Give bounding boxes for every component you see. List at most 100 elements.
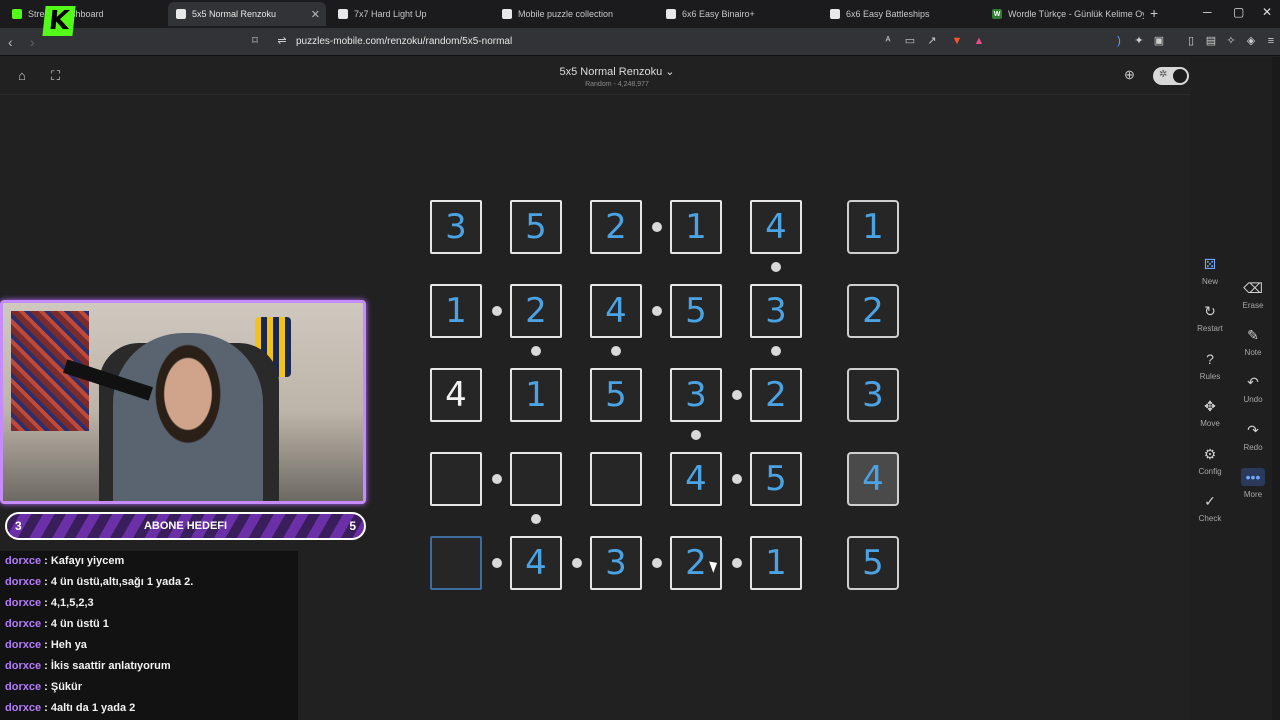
minimize-icon[interactable]: ─ (1203, 5, 1212, 19)
back-icon[interactable]: ‹ (8, 34, 13, 50)
grid-cell[interactable]: 4 (670, 452, 722, 506)
theme-toggle[interactable]: ✲ (1153, 67, 1189, 85)
chat-text: : 4,1,5,2,3 (41, 597, 94, 609)
page-title[interactable]: 5x5 Normal Renzoku ⌄ (0, 65, 1234, 78)
extensions-icon[interactable]: ✦ (1133, 35, 1145, 47)
url-text[interactable]: puzzles-mobile.com/renzoku/random/5x5-no… (296, 36, 512, 47)
new-tab-icon[interactable]: + (1150, 5, 1158, 21)
more-button[interactable]: ••• More (1233, 468, 1273, 499)
rules-button[interactable]: ? Rules (1190, 350, 1230, 381)
grid-cell[interactable] (430, 452, 482, 506)
tab-light-up[interactable]: 7x7 Hard Light Up (330, 2, 490, 26)
restart-button[interactable]: ↻ Restart (1190, 302, 1230, 333)
undo-icon: ↶ (1247, 374, 1259, 390)
close-window-icon[interactable]: ✕ (1262, 5, 1272, 19)
button-label: Config (1198, 467, 1222, 476)
undo-button[interactable]: ↶ Undo (1233, 373, 1273, 404)
grid-cell[interactable] (590, 452, 642, 506)
page-scrollbar[interactable] (1272, 57, 1280, 720)
grid-cell[interactable]: 4 (590, 284, 642, 338)
number-picker-cell[interactable]: 5 (847, 536, 899, 590)
grid-cell[interactable]: 1 (750, 536, 802, 590)
consecutive-dot (652, 558, 662, 568)
grid-cell[interactable]: 3 (430, 200, 482, 254)
goal-target: 5 (349, 519, 356, 533)
grid-cell[interactable]: 5 (510, 200, 562, 254)
bookmark-icon[interactable]: ⌑ (249, 35, 261, 47)
check-button[interactable]: ✓ Check (1190, 492, 1230, 523)
grid-cell[interactable]: 1 (670, 200, 722, 254)
chat-message: dorxce : 4,1,5,2,3 (0, 593, 298, 614)
button-label: Redo (1243, 443, 1263, 452)
tab-renzoku[interactable]: 5x5 Normal Renzoku ✕ (168, 2, 326, 26)
vpn-icon[interactable]: ◈ (1245, 35, 1257, 47)
grid-cell[interactable]: 2 (590, 200, 642, 254)
maximize-icon[interactable]: ▢ (1233, 5, 1244, 19)
menu-icon[interactable]: ≡ (1265, 35, 1277, 47)
brave-shield-icon[interactable]: ▼ (951, 35, 963, 47)
grid-cell[interactable]: 5 (750, 452, 802, 506)
chat-username: dorxce (5, 660, 42, 672)
chat-text: : 4 ün üstü,altı,sağı 1 yada 2. (41, 576, 194, 588)
screen-icon[interactable]: ▭ (904, 35, 916, 47)
grid-cell[interactable] (430, 536, 482, 590)
share-icon[interactable]: ↗ (926, 35, 938, 47)
note-button[interactable]: ✎ Note (1233, 326, 1273, 357)
number-picker-cell[interactable]: 3 (847, 368, 899, 422)
zoom-icon[interactable]: ⊕ (1124, 67, 1135, 83)
grid-cell[interactable]: 5 (670, 284, 722, 338)
tool-sidebar: ⚄ New ⌫ Erase ↻ Restart ✎ Note ? Rules ↶ Undo … (1190, 57, 1272, 720)
config-button[interactable]: ⚙ Config (1190, 445, 1230, 476)
grid-cell[interactable]: 3 (670, 368, 722, 422)
forward-icon[interactable]: › (30, 34, 35, 50)
capture-icon[interactable]: ▣ (1153, 35, 1165, 47)
grid-cell[interactable]: 2 (750, 368, 802, 422)
leo-icon[interactable]: ✧ (1225, 35, 1237, 47)
redo-button[interactable]: ↷ Redo (1233, 421, 1273, 452)
audio-icon[interactable]: ) (1113, 35, 1125, 47)
translate-icon[interactable]: ᴬ (882, 35, 894, 47)
number-picker-cell[interactable]: 1 (847, 200, 899, 254)
chat-text: : Kafayı yiycem (41, 555, 125, 567)
grid-cell[interactable] (510, 452, 562, 506)
brave-rewards-icon[interactable]: ▲ (973, 35, 985, 47)
chat-username: dorxce (5, 639, 42, 651)
site-info-icon[interactable]: ⇌ (276, 35, 288, 47)
grid-cell[interactable]: 4 (750, 200, 802, 254)
close-tab-icon[interactable]: ✕ (311, 8, 320, 21)
new-button[interactable]: ⚄ New (1190, 255, 1230, 286)
grid-cell[interactable]: 4 (510, 536, 562, 590)
grid-cell[interactable]: 4 (430, 368, 482, 422)
move-button[interactable]: ✥ Move (1190, 397, 1230, 428)
redo-icon: ↷ (1247, 422, 1259, 438)
chat-text: : Şükür (41, 681, 83, 693)
chat-text: : İkis saattir anlatıyorum (41, 660, 171, 672)
consecutive-dot (572, 558, 582, 568)
number-picker-cell[interactable]: 2 (847, 284, 899, 338)
tab-stream-dashboard[interactable]: Stream Dashboard (4, 2, 164, 26)
grid-cell[interactable]: 1 (510, 368, 562, 422)
wallet-icon[interactable]: ▤ (1205, 35, 1217, 47)
button-label: More (1243, 490, 1263, 499)
goal-current: 3 (15, 519, 22, 533)
move-icon: ✥ (1204, 398, 1216, 414)
erase-button[interactable]: ⌫ Erase (1233, 279, 1273, 310)
tab-wordle[interactable]: W Wordle Türkçe - Günlük Kelime Oyu (984, 2, 1144, 26)
chat-username: dorxce (5, 597, 42, 609)
button-label: Erase (1242, 301, 1264, 310)
tab-mobile-puzzles[interactable]: Mobile puzzle collection (494, 2, 654, 26)
tab-binairo[interactable]: 6x6 Easy Binairo+ (658, 2, 818, 26)
kick-favicon-icon (12, 9, 22, 19)
grid-cell[interactable]: 2 (510, 284, 562, 338)
chat-message: dorxce : Şükür (0, 677, 298, 698)
consecutive-dot (691, 430, 701, 440)
grid-cell[interactable]: 3 (590, 536, 642, 590)
tab-battleships[interactable]: 6x6 Easy Battleships (822, 2, 982, 26)
consecutive-dot (732, 390, 742, 400)
grid-cell[interactable]: 3 (750, 284, 802, 338)
browser-tab-strip: Stream Dashboard 5x5 Normal Renzoku ✕ 7x… (0, 0, 1280, 28)
number-picker-cell[interactable]: 4 (847, 452, 899, 506)
grid-cell[interactable]: 5 (590, 368, 642, 422)
grid-cell[interactable]: 1 (430, 284, 482, 338)
sidebar-toggle-icon[interactable]: ▯ (1185, 35, 1197, 47)
